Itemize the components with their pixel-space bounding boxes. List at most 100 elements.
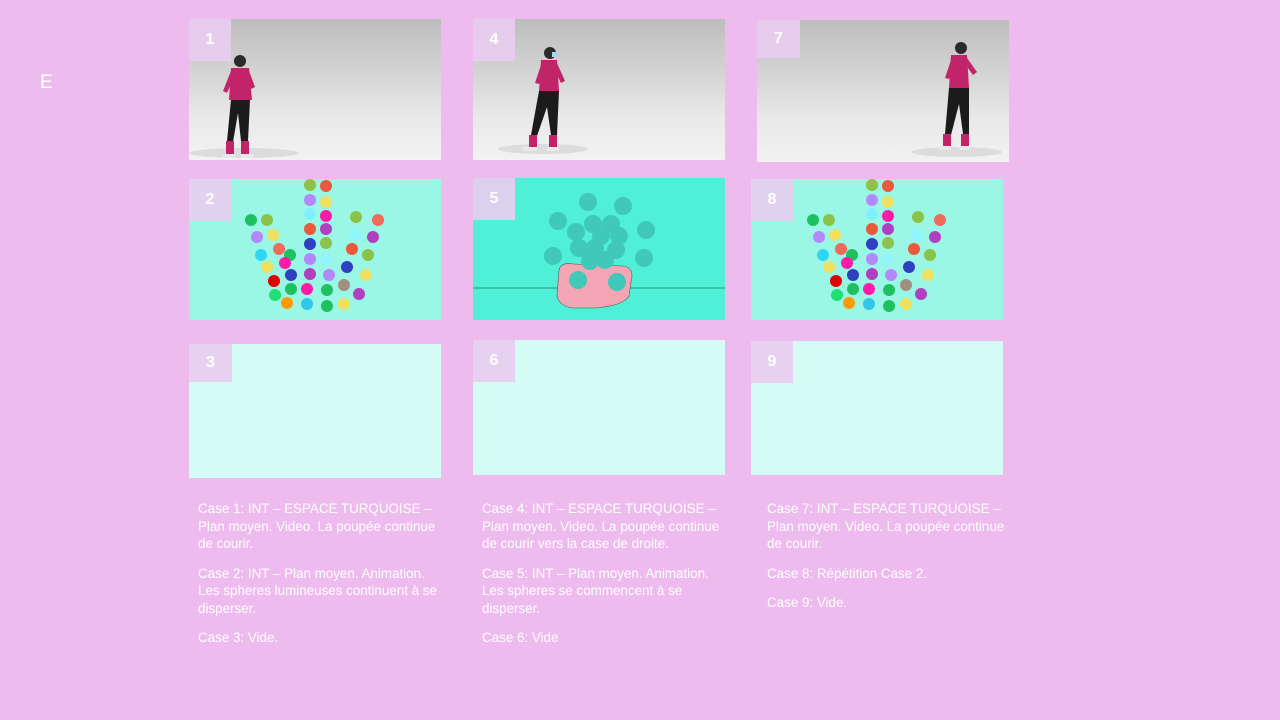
sphere	[304, 223, 316, 235]
sphere	[320, 196, 332, 208]
sphere	[321, 300, 333, 312]
case-2-description: Case 2: INT – Plan moyen. Animation. Les…	[198, 565, 437, 616]
sphere	[835, 243, 847, 255]
sphere	[360, 269, 372, 281]
panel-7: 7	[757, 20, 1009, 162]
sphere	[341, 261, 353, 273]
sphere	[866, 238, 878, 250]
sphere	[866, 208, 878, 220]
panel-number-badge: 6	[473, 340, 515, 382]
sphere	[882, 180, 894, 192]
panel-1: 1	[189, 19, 441, 160]
sphere	[346, 243, 358, 255]
sphere	[866, 179, 878, 191]
sphere	[922, 269, 934, 281]
sphere	[929, 231, 941, 243]
sphere	[353, 288, 365, 300]
case-5-description: Case 5: INT – Plan moyen. Animation. Les…	[482, 565, 709, 616]
sphere	[903, 261, 915, 273]
case-3-description: Case 3: Vide.	[198, 630, 279, 645]
sphere	[320, 253, 332, 265]
sphere	[866, 253, 878, 265]
sphere	[320, 180, 332, 192]
sphere	[301, 298, 313, 310]
panel-number-badge: 1	[189, 19, 231, 61]
sphere	[863, 298, 875, 310]
sphere	[338, 279, 350, 291]
sphere	[934, 214, 946, 226]
panel-number-badge: 2	[189, 179, 231, 221]
sphere	[882, 196, 894, 208]
sphere	[301, 283, 313, 295]
sphere	[866, 194, 878, 206]
sphere	[924, 249, 936, 261]
sphere	[245, 214, 257, 226]
sphere	[285, 269, 297, 281]
sphere	[823, 261, 835, 273]
sphere	[841, 257, 853, 269]
sphere	[255, 249, 267, 261]
sphere	[304, 194, 316, 206]
sphere	[885, 269, 897, 281]
sphere	[349, 229, 361, 241]
panel-number-badge: 5	[473, 178, 515, 220]
sphere	[883, 284, 895, 296]
sphere	[843, 297, 855, 309]
sphere	[304, 253, 316, 265]
description-column-2: Case 4: INT – ESPACE TURQUOISE – Plan mo…	[482, 500, 727, 659]
sphere	[908, 243, 920, 255]
sphere	[863, 283, 875, 295]
sphere	[261, 214, 273, 226]
panel-4: 4	[473, 19, 725, 160]
sphere	[285, 283, 297, 295]
sphere	[823, 214, 835, 226]
sphere	[304, 208, 316, 220]
sphere	[320, 210, 332, 222]
sphere	[882, 223, 894, 235]
panel-8: 8	[751, 179, 1003, 320]
sphere	[362, 249, 374, 261]
sphere	[882, 253, 894, 265]
description-column-1: Case 1: INT – ESPACE TURQUOISE – Plan mo…	[198, 500, 443, 659]
sphere	[882, 210, 894, 222]
sphere	[321, 284, 333, 296]
panel-3: 3	[189, 344, 441, 478]
panel-9: 9	[751, 341, 1003, 475]
sphere	[320, 237, 332, 249]
panel-number-badge: 7	[757, 20, 800, 58]
panel-6: 6	[473, 340, 725, 475]
case-1-description: Case 1: INT – ESPACE TURQUOISE – Plan mo…	[198, 501, 436, 551]
sphere	[847, 283, 859, 295]
sphere	[269, 289, 281, 301]
sphere	[320, 223, 332, 235]
sphere	[817, 249, 829, 261]
case-7-description: Case 7: INT – ESPACE TURQUOISE – Plan mo…	[767, 501, 1005, 551]
sphere	[281, 297, 293, 309]
sphere	[350, 211, 362, 223]
sphere	[372, 214, 384, 226]
case-4-description: Case 4: INT – ESPACE TURQUOISE – Plan mo…	[482, 501, 720, 551]
sphere	[866, 223, 878, 235]
sphere	[304, 268, 316, 280]
sphere	[338, 298, 350, 310]
sphere	[882, 237, 894, 249]
page-letter: E	[40, 72, 53, 93]
panel-number-badge: 9	[751, 341, 793, 383]
sphere	[900, 279, 912, 291]
sphere	[304, 179, 316, 191]
panel-2: 2	[189, 179, 441, 320]
description-column-3: Case 7: INT – ESPACE TURQUOISE – Plan mo…	[767, 500, 1012, 624]
case-8-description: Case 8: Répétition Case 2.	[767, 565, 928, 581]
panel-5: 5	[473, 178, 725, 320]
sphere	[847, 269, 859, 281]
sphere	[883, 300, 895, 312]
case-6-description: Case 6: Vide	[482, 630, 559, 645]
case-9-description: Case 9: Vide.	[767, 595, 848, 610]
sphere	[829, 229, 841, 241]
sphere	[279, 257, 291, 269]
sphere	[323, 269, 335, 281]
panel-number-badge: 8	[751, 179, 793, 221]
panel-number-badge: 3	[189, 344, 232, 382]
sphere	[807, 214, 819, 226]
sphere	[900, 298, 912, 310]
